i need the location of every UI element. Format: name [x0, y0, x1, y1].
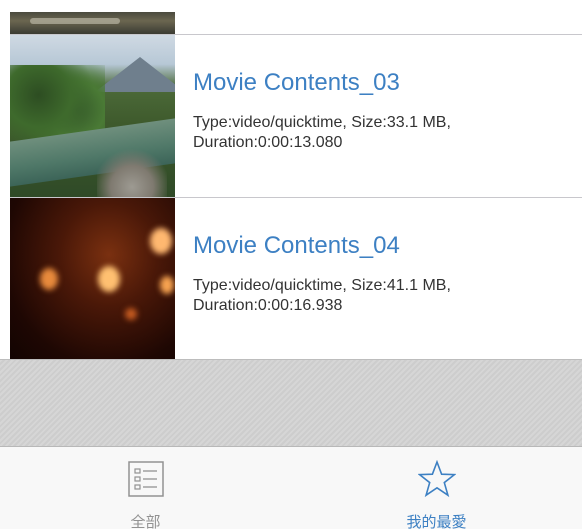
video-title: Movie Contents_03 — [193, 69, 400, 96]
bokeh-light — [98, 266, 120, 292]
tab-favorites[interactable]: 我的最愛 — [291, 447, 582, 529]
river-landscape-thumbnail — [10, 35, 175, 197]
list-item[interactable]: Movie Contents_03 Type:video/quicktime, … — [0, 35, 582, 197]
bokeh-light — [125, 308, 137, 320]
video-description: Type:video/quicktime, Size:33.1 MB, Dura… — [193, 114, 451, 151]
bokeh-light — [150, 228, 172, 254]
previous-list-item[interactable] — [0, 0, 582, 34]
rocks-shape — [97, 147, 167, 197]
bokeh-lights-thumbnail — [10, 198, 175, 360]
video-title: Movie Contents_04 — [193, 232, 400, 259]
trees-shape — [10, 65, 105, 140]
bokeh-light — [160, 276, 174, 294]
list-item[interactable]: Movie Contents_04 Type:video/quicktime, … — [0, 198, 582, 360]
bokeh-light — [40, 268, 58, 290]
list-icon — [127, 461, 164, 497]
star-icon — [417, 460, 456, 498]
mountain-shape — [95, 57, 175, 92]
previous-item-thumbnail — [10, 12, 175, 34]
empty-list-background — [0, 360, 582, 446]
tab-all[interactable]: 全部 — [0, 447, 291, 529]
tab-bar: 全部 我的最愛 — [0, 446, 582, 529]
video-description: Type:video/quicktime, Size:41.1 MB, Dura… — [193, 277, 451, 314]
tab-favorites-label: 我的最愛 — [406, 514, 467, 529]
tab-all-label: 全部 — [130, 514, 161, 529]
